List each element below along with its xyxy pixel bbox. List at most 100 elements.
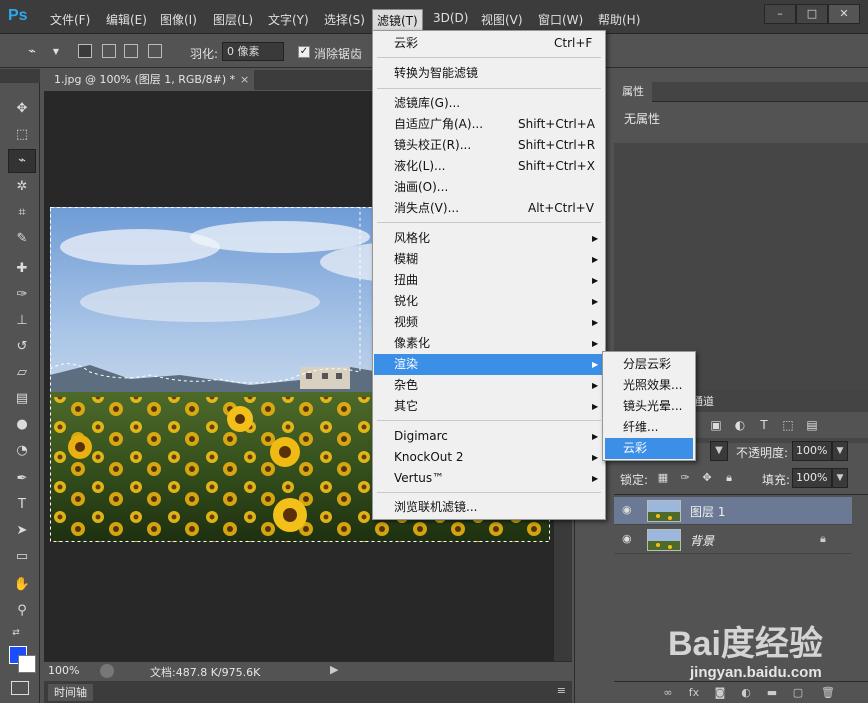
menu-item-pixelate[interactable]: 像素化 ▶ (374, 333, 604, 354)
menu-item-render[interactable]: 渲染 ▶ (374, 354, 604, 375)
lock-all-icon[interactable]: 🔒︎ (722, 471, 736, 485)
menu-item-filter-gallery[interactable]: 滤镜库(G)... (374, 93, 604, 114)
submenu-item-difference-clouds[interactable]: 分层云彩 (605, 354, 693, 375)
layer-row[interactable]: ◉ 背景 🔒︎ (614, 526, 852, 554)
menu-item-vertus[interactable]: Vertus™ ▶ (374, 468, 604, 489)
lock-position-icon[interactable]: ✥ (700, 471, 714, 485)
menu-item-sharpen[interactable]: 锐化 ▶ (374, 291, 604, 312)
menu-item-lens-correction[interactable]: 镜头校正(R)... Shift+Ctrl+R (374, 135, 604, 156)
menu-item-knockout[interactable]: KnockOut 2 ▶ (374, 447, 604, 468)
menu-item-vanishing-point[interactable]: 消失点(V)... Alt+Ctrl+V (374, 198, 604, 219)
menu-item-smart-filter[interactable]: 转换为智能滤镜 (374, 63, 604, 84)
panel-menu-icon[interactable]: ≡ (557, 684, 566, 697)
history-brush-icon[interactable]: ↺ (12, 337, 32, 357)
marquee-tool-icon[interactable]: ⬚ (12, 125, 32, 145)
intersect-selection-icon[interactable] (148, 44, 162, 58)
menu-item-browse-online[interactable]: 浏览联机滤镜... (374, 497, 604, 518)
menu-3d[interactable]: 3D(D) (433, 11, 468, 25)
submenu-item-lens-flare[interactable]: 镜头光晕... (605, 396, 693, 417)
tool-preset-dropdown-icon[interactable]: ▼ (48, 44, 64, 60)
healing-brush-icon[interactable]: ✚ (12, 259, 32, 279)
adjustment-filter-icon[interactable]: ◐ (732, 417, 748, 433)
move-tool-icon[interactable]: ✥ (12, 99, 32, 119)
eyedropper-icon[interactable]: ✎ (12, 229, 32, 249)
layer-name[interactable]: 图层 1 (690, 503, 725, 520)
lock-transparency-icon[interactable]: ▦ (656, 471, 670, 485)
tools-panel-header[interactable] (0, 69, 40, 83)
menu-type[interactable]: 文字(Y) (268, 11, 309, 28)
polygonal-lasso-icon[interactable]: ⌁ (24, 44, 40, 60)
menu-item-last-filter[interactable]: 云彩 Ctrl+F (374, 33, 604, 54)
properties-tab[interactable]: 属性 (614, 82, 652, 102)
status-menu-arrow-icon[interactable]: ▶ (330, 663, 338, 676)
blend-mode-dropdown-icon[interactable]: ▼ (710, 441, 728, 461)
menu-item-adaptive-wide-angle[interactable]: 自适应广角(A)... Shift+Ctrl+A (374, 114, 604, 135)
pen-tool-icon[interactable]: ✒ (12, 469, 32, 489)
shape-filter-icon[interactable]: ⬚ (780, 417, 796, 433)
menu-filter[interactable]: 滤镜(T) (372, 9, 423, 31)
dodge-tool-icon[interactable]: ◔ (12, 441, 32, 461)
menu-layer[interactable]: 图层(L) (213, 11, 253, 28)
feather-input[interactable]: 0 像素 (222, 42, 284, 61)
layer-name[interactable]: 背景 (690, 532, 714, 549)
image-filter-icon[interactable]: ▣ (708, 417, 724, 433)
smart-object-filter-icon[interactable]: ▤ (804, 417, 820, 433)
menu-item-blur[interactable]: 模糊 ▶ (374, 249, 604, 270)
submenu-item-clouds[interactable]: 云彩 (605, 438, 693, 459)
path-select-icon[interactable]: ➤ (12, 521, 32, 541)
gradient-tool-icon[interactable]: ▤ (12, 389, 32, 409)
minimize-button[interactable]: – (764, 4, 796, 24)
magic-wand-icon[interactable]: ✲ (12, 177, 32, 197)
eraser-tool-icon[interactable]: ▱ (12, 363, 32, 383)
timeline-tab[interactable]: 时间轴 (48, 684, 93, 701)
close-button[interactable]: ✕ (828, 4, 860, 24)
menu-item-distort[interactable]: 扭曲 ▶ (374, 270, 604, 291)
visibility-eye-icon[interactable]: ◉ (622, 533, 636, 544)
status-info-icon[interactable] (100, 664, 114, 678)
hand-tool-icon[interactable]: ✋ (12, 575, 32, 595)
quick-mask-icon[interactable] (11, 681, 29, 695)
clone-stamp-icon[interactable]: ⊥ (12, 311, 32, 331)
fill-dropdown-icon[interactable]: ▼ (832, 468, 848, 488)
menu-item-noise[interactable]: 杂色 ▶ (374, 375, 604, 396)
menu-item-stylize[interactable]: 风格化 ▶ (374, 228, 604, 249)
zoom-level[interactable]: 100% (48, 664, 79, 677)
swap-colors-icon[interactable]: ⇄ (6, 623, 26, 643)
add-selection-icon[interactable] (102, 44, 116, 58)
document-tab[interactable]: 1.jpg @ 100% (图层 1, RGB/8#) * (44, 70, 254, 90)
visibility-eye-icon[interactable]: ◉ (622, 504, 636, 515)
submenu-item-fibers[interactable]: 纤维... (605, 417, 693, 438)
menu-view[interactable]: 视图(V) (481, 11, 523, 28)
lasso-tool-icon[interactable]: ⌁ (8, 149, 36, 173)
menu-window[interactable]: 窗口(W) (538, 11, 583, 28)
document-close-icon[interactable]: × (240, 70, 249, 90)
menu-item-liquify[interactable]: 液化(L)... Shift+Ctrl+X (374, 156, 604, 177)
menu-item-video[interactable]: 视频 ▶ (374, 312, 604, 333)
maximize-button[interactable]: □ (796, 4, 828, 24)
menu-help[interactable]: 帮助(H) (598, 11, 640, 28)
subtract-selection-icon[interactable] (124, 44, 138, 58)
opacity-dropdown-icon[interactable]: ▼ (832, 441, 848, 461)
menu-select[interactable]: 选择(S) (324, 11, 365, 28)
new-selection-icon[interactable] (78, 44, 92, 58)
opacity-input[interactable]: 100% (792, 441, 832, 461)
menu-edit[interactable]: 编辑(E) (106, 11, 147, 28)
lock-pixels-icon[interactable]: ✑ (678, 471, 692, 485)
fill-input[interactable]: 100% (792, 468, 832, 488)
menu-item-other[interactable]: 其它 ▶ (374, 396, 604, 417)
menu-image[interactable]: 图像(I) (160, 11, 197, 28)
background-color-swatch[interactable] (18, 655, 36, 673)
antialias-checkbox[interactable]: ✓ (298, 46, 310, 58)
brush-tool-icon[interactable]: ✑ (12, 285, 32, 305)
crop-tool-icon[interactable]: ⌗ (12, 203, 32, 223)
layer-row[interactable]: ◉ 图层 1 (614, 497, 852, 525)
type-tool-icon[interactable]: T (12, 495, 32, 515)
menu-item-digimarc[interactable]: Digimarc ▶ (374, 426, 604, 447)
shape-tool-icon[interactable]: ▭ (12, 547, 32, 567)
zoom-tool-icon[interactable]: ⚲ (12, 601, 32, 621)
type-filter-icon[interactable]: T (756, 417, 772, 433)
menu-file[interactable]: 文件(F) (50, 11, 90, 28)
blur-tool-icon[interactable]: ● (12, 415, 32, 435)
submenu-item-lighting-effects[interactable]: 光照效果... (605, 375, 693, 396)
menu-item-oil-paint[interactable]: 油画(O)... (374, 177, 604, 198)
